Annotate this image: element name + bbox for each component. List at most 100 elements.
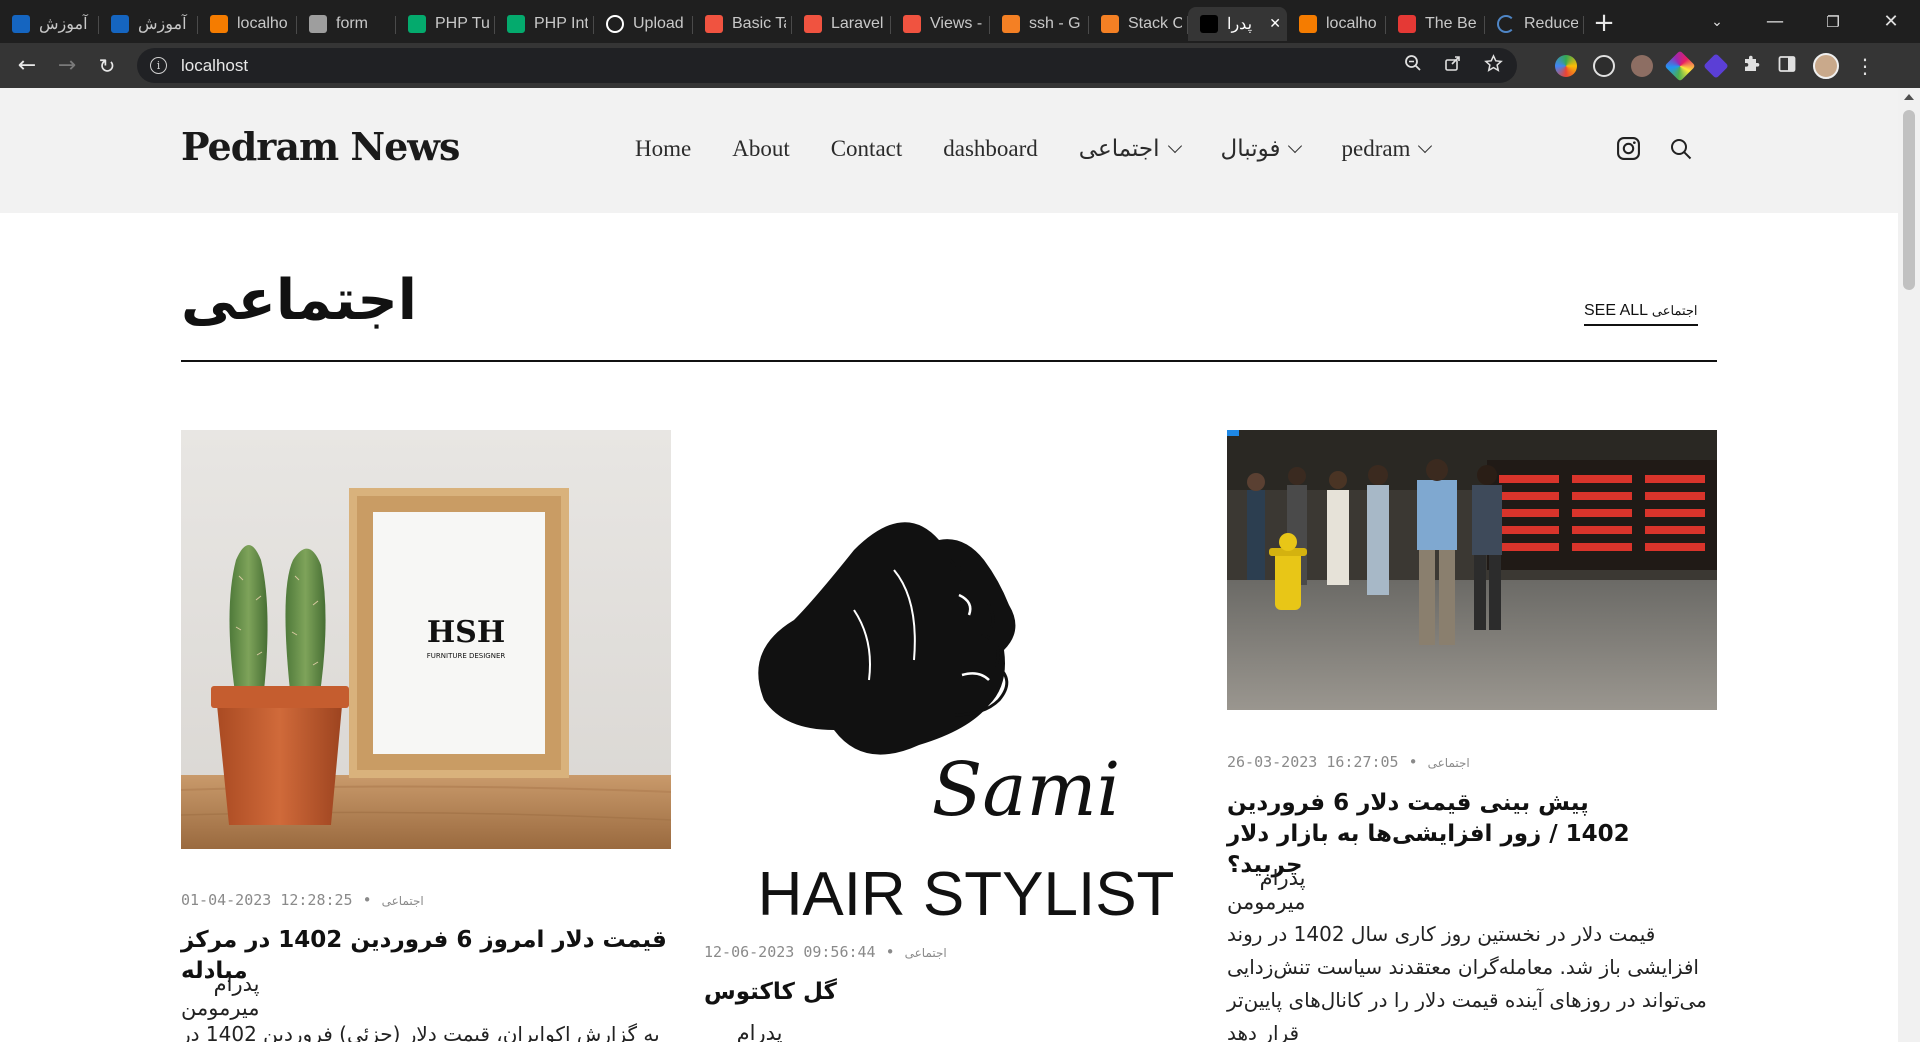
tab-title: ssh - G xyxy=(1029,14,1081,32)
see-all-category: اجتماعی xyxy=(1651,303,1698,318)
browser-tab[interactable]: localho xyxy=(198,7,297,41)
page-scrollbar[interactable] xyxy=(1898,88,1920,1042)
browser-tab[interactable]: Upload xyxy=(594,7,693,41)
browser-menu-icon[interactable]: ⋮ xyxy=(1855,54,1875,78)
nav-item-4[interactable]: اجتماعی xyxy=(1078,136,1182,162)
browser-tab[interactable]: Reduce xyxy=(1485,7,1584,41)
chevron-down-icon xyxy=(1288,138,1303,154)
extensions-puzzle-icon[interactable] xyxy=(1741,54,1761,78)
close-window-button[interactable]: ✕ xyxy=(1862,11,1920,32)
section-divider xyxy=(181,360,1717,362)
zoom-icon[interactable] xyxy=(1404,54,1422,77)
post-author[interactable]: پدرام میرمومن xyxy=(704,1021,783,1042)
nav-item-label: فوتبال xyxy=(1220,136,1281,161)
instagram-icon[interactable] xyxy=(1616,136,1641,165)
extension-purple-icon[interactable] xyxy=(1703,52,1729,79)
bookmark-star-icon[interactable] xyxy=(1484,53,1503,78)
nav-item-label: Contact xyxy=(830,136,903,161)
share-icon[interactable] xyxy=(1444,54,1462,77)
w3schools-icon xyxy=(507,14,525,33)
post-date: 26-03-2023 16:27:05 xyxy=(1227,753,1399,771)
browser-tab[interactable]: Laravel xyxy=(792,7,891,41)
browser-tab[interactable]: PHP Int xyxy=(495,7,594,41)
address-bar[interactable]: i localhost xyxy=(137,48,1517,83)
see-all-link[interactable]: SEE ALL اجتماعی xyxy=(1584,302,1698,326)
side-panel-icon[interactable] xyxy=(1777,54,1797,78)
post-category[interactable]: اجتماعی xyxy=(905,946,947,960)
nav-item-label: pedram xyxy=(1341,136,1411,161)
tab-title: localho xyxy=(1326,14,1377,32)
post-date: 01-04-2023 12:28:25 xyxy=(181,891,353,909)
extensions-area: ⋮ xyxy=(1555,43,1875,88)
browser-tab[interactable]: form xyxy=(297,7,396,41)
post-excerpt: قیمت دلار در نخستین روز کاری سال 1402 در… xyxy=(1227,922,1707,1042)
nav-item-1[interactable]: About xyxy=(732,136,790,162)
blue-app-icon xyxy=(111,14,129,33)
browser-tab[interactable]: localho xyxy=(1287,7,1386,41)
extension-face-icon[interactable] xyxy=(1631,54,1653,77)
target-icon xyxy=(1398,14,1416,33)
browser-tab[interactable]: ssh - G xyxy=(990,7,1089,41)
extension-colorful-icon[interactable] xyxy=(1555,54,1577,77)
browser-tab[interactable]: The Be xyxy=(1386,7,1485,41)
post-image-exchange[interactable] xyxy=(1227,430,1717,710)
new-tab-icon[interactable]: + xyxy=(1584,8,1624,38)
browser-tab[interactable]: Basic Ta xyxy=(693,7,792,41)
frame-logo-text: HSH xyxy=(427,615,505,650)
xampp-icon xyxy=(210,14,228,33)
url-text[interactable]: localhost xyxy=(181,56,248,76)
tab-title: پدرا xyxy=(1227,15,1253,33)
nav-item-2[interactable]: Contact xyxy=(831,136,903,162)
stackoverflow-icon xyxy=(1002,14,1020,33)
tab-search-icon[interactable]: ⌄ xyxy=(1688,14,1746,30)
post-category[interactable]: اجتماعی xyxy=(382,894,424,908)
blue-app-icon xyxy=(12,14,30,33)
browser-tab[interactable]: PHP Tu xyxy=(396,7,495,41)
post-title[interactable]: گل کاکتوس xyxy=(704,977,1194,1008)
restore-button[interactable]: ❐ xyxy=(1804,13,1862,31)
forward-icon[interactable]: → xyxy=(47,53,87,78)
nav-item-3[interactable]: dashboard xyxy=(943,136,1038,162)
browser-tab[interactable]: Stack C xyxy=(1089,7,1188,41)
nav-item-6[interactable]: pedram xyxy=(1341,136,1433,162)
back-icon[interactable]: ← xyxy=(7,53,47,78)
post-image-logo[interactable]: Sami HAIR STYLIST xyxy=(704,430,1194,950)
reload-icon[interactable]: ↻ xyxy=(87,54,127,78)
tab-title: آموزش xyxy=(39,15,88,33)
browser-tab[interactable]: پدرا ✕ xyxy=(1188,6,1287,41)
post-meta: 26-03-2023 16:27:05 • اجتماعی xyxy=(1227,753,1470,771)
tab-strip: آموزش آموزش localho form PHP Tu PHP Int Upload… xyxy=(0,0,1920,43)
post-author[interactable]: پدرام میرمومن xyxy=(1227,866,1306,914)
scroll-up-arrow[interactable] xyxy=(1904,94,1914,100)
nav-item-0[interactable]: Home xyxy=(635,136,691,162)
site-logo[interactable]: Pedram News xyxy=(181,124,460,169)
site-info-icon[interactable]: i xyxy=(150,57,167,74)
logo-caption-text: HAIR STYLIST xyxy=(758,860,1175,929)
nav-item-5[interactable]: فوتبال xyxy=(1220,136,1303,162)
post-image-cactus[interactable]: HSH FURNITURE DESIGNER xyxy=(181,430,671,849)
tab-title: localho xyxy=(237,14,288,32)
browser-tab[interactable]: Views - xyxy=(891,7,990,41)
tab-title: Views - xyxy=(930,14,983,32)
frame-logo-subtext: FURNITURE DESIGNER xyxy=(427,652,506,660)
post-author[interactable]: پدرام میرمومن xyxy=(181,972,260,1020)
nav-item-label: اجتماعی xyxy=(1078,136,1160,161)
post-meta: 12-06-2023 09:56:44 • اجتماعی xyxy=(704,943,947,961)
extension-wappalyzer-icon[interactable] xyxy=(1593,54,1615,77)
close-tab-icon[interactable]: ✕ xyxy=(1269,15,1281,32)
browser-tab[interactable]: آموزش xyxy=(0,7,99,41)
search-icon[interactable] xyxy=(1669,137,1693,165)
extension-color-picker-icon[interactable] xyxy=(1664,49,1696,82)
profile-avatar[interactable] xyxy=(1813,52,1839,79)
post-category[interactable]: اجتماعی xyxy=(1428,756,1470,770)
browser-tab[interactable]: آموزش xyxy=(99,7,198,41)
laravel-icon xyxy=(705,14,723,33)
tab-title: Laravel xyxy=(831,14,884,32)
scroll-thumb[interactable] xyxy=(1903,110,1915,290)
page-viewport: Pedram News Home About Contact dashboard اجت… xyxy=(0,88,1898,1042)
one-icon xyxy=(1200,14,1218,33)
nav-item-label: dashboard xyxy=(943,136,1038,161)
laravel-icon xyxy=(804,14,822,33)
logo-script-text: Sami xyxy=(932,747,1121,833)
minimize-button[interactable]: — xyxy=(1746,11,1804,32)
